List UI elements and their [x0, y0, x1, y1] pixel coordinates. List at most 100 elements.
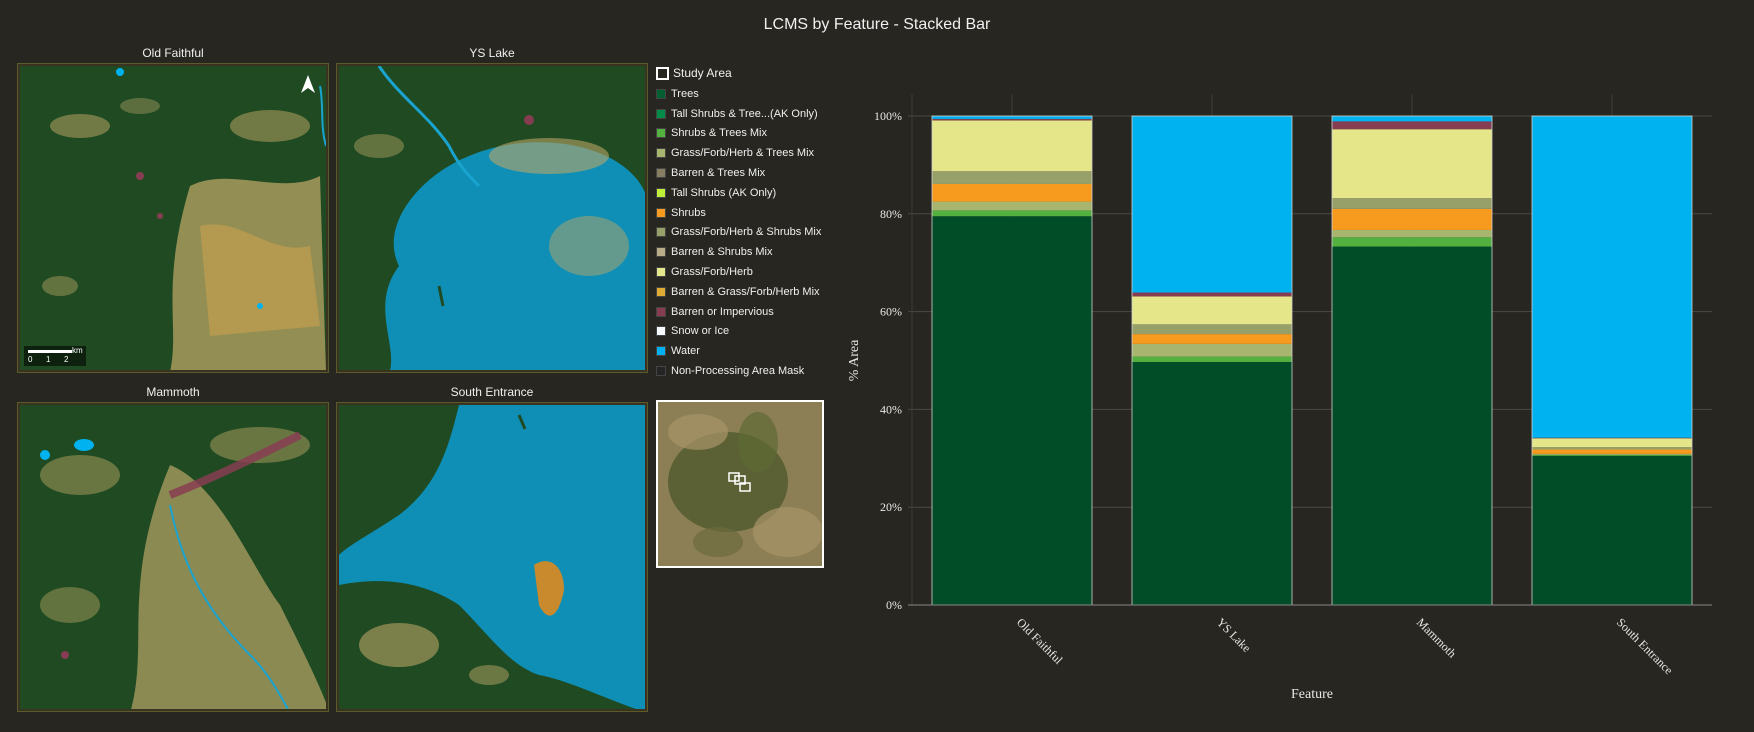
x-tick-label: Old Faithful	[1014, 615, 1066, 667]
x-tick-label: South Entrance	[1614, 615, 1676, 677]
legend-swatch	[656, 326, 666, 337]
legend-label: Barren & Shrubs Mix	[671, 246, 773, 259]
bar-segment	[932, 116, 1092, 119]
bar-segment	[1332, 237, 1492, 247]
bar-segment	[932, 183, 1092, 202]
y-tick-label: 80%	[880, 207, 902, 221]
x-axis-label: Feature	[1291, 687, 1333, 702]
legend-item: Grass/Forb/Herb	[656, 262, 856, 282]
bar-segment	[1332, 208, 1492, 230]
legend-item: Tall Shrubs & Tree...(AK Only)	[656, 104, 856, 124]
legend-swatch	[656, 128, 666, 139]
map-ys-lake[interactable]: YS Lake	[336, 46, 648, 373]
legend-label: Shrubs & Trees Mix	[671, 127, 767, 140]
legend-item: Barren & Trees Mix	[656, 163, 856, 183]
legend-item: Grass/Forb/Herb & Trees Mix	[656, 143, 856, 163]
legend-header-label: Study Area	[673, 66, 732, 80]
legend-swatch	[656, 346, 666, 357]
legend-swatch	[656, 306, 666, 317]
legend-label: Non-Processing Area Mask	[671, 365, 805, 378]
bar-segment	[1132, 296, 1292, 325]
bar-segment	[1332, 246, 1492, 606]
legend-item: Shrubs & Trees Mix	[656, 124, 856, 144]
bar-segment	[1132, 343, 1292, 357]
map-frame[interactable]	[336, 402, 648, 712]
bar-segment	[932, 216, 1092, 605]
bar-segment	[1332, 121, 1492, 130]
y-tick-label: 100%	[874, 109, 902, 123]
chart-bars	[931, 115, 1693, 606]
bar-segment	[932, 171, 1092, 184]
legend-item: Grass/Forb/Herb & Shrubs Mix	[656, 223, 856, 243]
bar-segment	[932, 201, 1092, 211]
page-title: LCMS by Feature - Stacked Bar	[763, 16, 991, 33]
scalebar-tick: 0	[28, 355, 33, 364]
bar-segment	[1132, 334, 1292, 344]
bar-segment	[1332, 116, 1492, 122]
legend-header[interactable]: Study Area	[656, 64, 856, 82]
legend-label: Water	[671, 345, 700, 358]
legend-item: Non-Processing Area Mask	[656, 361, 856, 381]
legend-swatch	[656, 227, 666, 238]
legend-label: Barren or Impervious	[671, 305, 774, 318]
legend-swatch	[656, 108, 666, 119]
map-frame[interactable]	[17, 402, 329, 712]
legend-item: Shrubs	[656, 203, 856, 223]
legend-item: Barren & Shrubs Mix	[656, 242, 856, 262]
map-south-entrance[interactable]: South Entrance	[336, 385, 648, 712]
land-cover-map	[339, 66, 645, 370]
map-legend: Study Area Trees Tall Shrubs & Tree...(AK…	[656, 64, 856, 381]
map-frame[interactable]	[336, 63, 648, 373]
legend-item: Tall Shrubs (AK Only)	[656, 183, 856, 203]
legend-label: Grass/Forb/Herb & Trees Mix	[671, 147, 815, 160]
map-old-faithful[interactable]: Old Faithful km 0 1 2	[17, 46, 329, 373]
scalebar-tick: 1	[46, 355, 51, 364]
land-cover-map	[339, 405, 645, 709]
map-title: YS Lake	[469, 46, 515, 60]
legend-label: Trees	[671, 87, 699, 100]
map-title: Old Faithful	[142, 46, 204, 60]
bar-segment	[1532, 454, 1692, 456]
legend-swatch	[656, 366, 666, 377]
legend-label: Snow or Ice	[671, 325, 730, 338]
stacked-bar-chart: 0% 20% 40% 60% 80% 100% Old Faithful YS Lake Ma…	[847, 94, 1712, 702]
bar-segment	[1532, 449, 1692, 454]
x-tick-label: Mammoth	[1414, 615, 1459, 660]
legend-item: Barren or Impervious	[656, 302, 856, 322]
map-frame[interactable]: km 0 1 2	[17, 63, 329, 373]
bar-segment	[1132, 292, 1292, 297]
legend-item: Snow or Ice	[656, 322, 856, 342]
x-tick-labels: Old Faithful YS Lake Mammoth South Entrance	[1014, 615, 1676, 677]
land-cover-map	[20, 66, 326, 370]
bar-segment	[932, 120, 1092, 172]
bar-segment	[1132, 324, 1292, 335]
bar-segment	[1132, 116, 1292, 293]
y-axis-label: % Area	[847, 339, 862, 381]
bar-segment	[1532, 453, 1692, 455]
legend-swatch	[656, 148, 666, 159]
bar-segment	[1132, 356, 1292, 362]
x-tick-label: YS Lake	[1214, 615, 1254, 655]
map-title: Mammoth	[146, 385, 200, 399]
legend-label: Tall Shrubs (AK Only)	[671, 186, 777, 199]
legend-label: Barren & Grass/Forb/Herb Mix	[671, 285, 820, 298]
bar-segment	[1532, 455, 1692, 605]
legend-swatch	[656, 207, 666, 218]
legend-label: Shrubs	[671, 206, 706, 219]
y-tick-label: 40%	[880, 402, 902, 416]
study-area-checkbox-icon	[656, 66, 669, 80]
legend-swatch	[656, 267, 666, 278]
map-title: South Entrance	[450, 385, 534, 399]
study-area-boxes-icon	[728, 472, 751, 492]
y-tick-label: 60%	[880, 305, 902, 319]
locator-map[interactable]	[656, 400, 824, 568]
bar-segment	[932, 118, 1092, 121]
bar-segment	[932, 210, 1092, 217]
bar-segment	[1132, 361, 1292, 605]
y-tick-label: 20%	[880, 500, 902, 514]
map-mammoth[interactable]: Mammoth	[17, 385, 329, 712]
legend-label: Grass/Forb/Herb & Shrubs Mix	[671, 226, 822, 239]
legend-label: Tall Shrubs & Tree...(AK Only)	[671, 107, 818, 120]
legend-swatch	[656, 286, 666, 297]
north-arrow-icon	[301, 75, 315, 93]
